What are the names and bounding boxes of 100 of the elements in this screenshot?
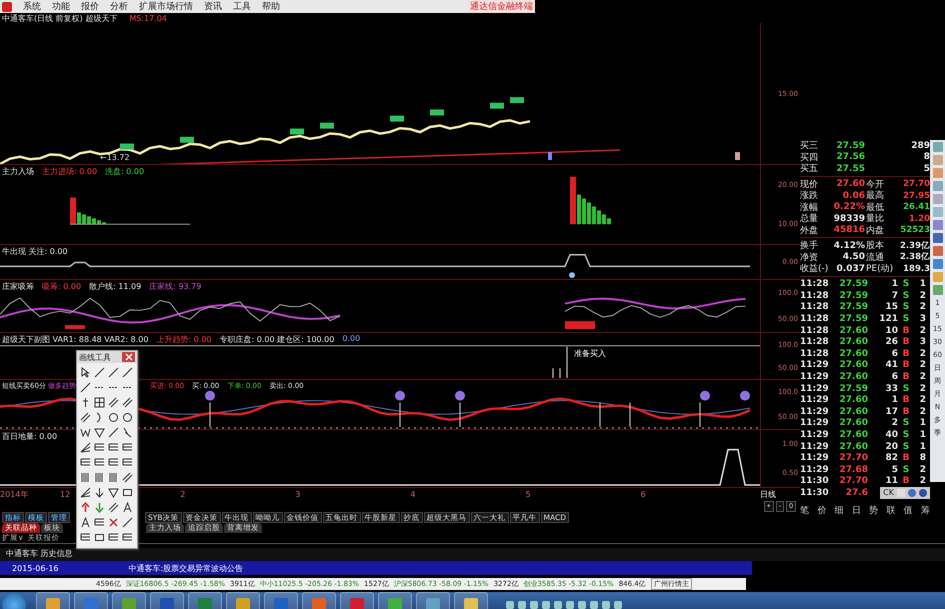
circle-tool-icon[interactable] <box>122 412 133 423</box>
box-tool-icon[interactable] <box>108 457 119 468</box>
x-tool-icon[interactable] <box>108 517 119 528</box>
line-tool-icon[interactable] <box>80 382 91 393</box>
w-tool-icon[interactable] <box>80 427 91 438</box>
tick-count: 8 <box>918 453 926 464</box>
line-tool-icon[interactable] <box>94 367 105 378</box>
menu-item[interactable]: 帮助 <box>262 0 280 13</box>
box-tool-icon[interactable] <box>122 532 133 543</box>
fan-tool-icon[interactable] <box>80 442 91 453</box>
indicator-label: 超级天下副图 VAR1: 88.48 VAR2: 8.00 <box>2 334 148 345</box>
news-date: 2015-06-16 <box>12 564 58 572</box>
tick-count: 3 <box>918 337 926 348</box>
box-tool-icon[interactable] <box>108 442 119 453</box>
menu-item[interactable]: 扩展市场行情 <box>139 0 193 13</box>
quote-tab[interactable]: 价 <box>817 504 826 517</box>
line-tool-icon[interactable] <box>108 367 119 378</box>
rect-tool-icon[interactable] <box>94 532 105 543</box>
diag-tool-icon[interactable] <box>108 397 119 408</box>
close-button[interactable] <box>122 352 135 362</box>
quote-label: 买四 <box>800 152 819 164</box>
tick-time: 11:29 <box>800 395 830 406</box>
menu-item[interactable]: 资讯 <box>204 0 222 13</box>
box-tool-icon[interactable] <box>94 517 105 528</box>
trade-side: S <box>902 290 910 301</box>
a-tool-icon[interactable] <box>80 517 91 528</box>
time-axis-label: 6 <box>640 490 646 499</box>
box-tool-icon[interactable] <box>94 442 105 453</box>
news-headline[interactable]: 中通客车:股票交易异常波动公告 <box>128 562 244 574</box>
menu-item[interactable]: 分析 <box>110 0 128 13</box>
tick-price: 27.59 <box>838 279 868 290</box>
tick-volume: 41 <box>884 360 898 370</box>
diag-tool-icon[interactable] <box>80 412 91 423</box>
line-tool-icon[interactable] <box>108 427 119 438</box>
tri-tool-icon[interactable] <box>108 487 119 498</box>
diag-tool-icon[interactable] <box>122 472 133 483</box>
box-tool-icon[interactable] <box>94 457 105 468</box>
vbars-tool-icon[interactable] <box>94 472 105 483</box>
quote-value: 189.3 <box>902 264 930 274</box>
quote-tab[interactable]: 笔 <box>800 504 809 517</box>
tick-price: 27.60 <box>838 418 868 428</box>
quote-label: 最高 <box>865 190 885 202</box>
quote-tab[interactable]: 势 <box>869 504 878 517</box>
indicator-label: 散户线: 11.09 <box>89 281 142 292</box>
box-tool-icon[interactable] <box>80 532 91 543</box>
tick-time: 11:29 <box>800 418 830 428</box>
news-header: 中通客车 历史信息 <box>0 548 945 561</box>
period-label: 日线 <box>760 490 776 499</box>
menu-item[interactable]: 功能 <box>52 0 70 13</box>
tick-volume: 6 <box>890 372 898 382</box>
trade-side: S <box>902 314 910 324</box>
tick-price: 27.59 <box>838 302 868 312</box>
quote-label: 内盘 <box>865 224 885 237</box>
indicator-label: 0.00 <box>342 334 360 345</box>
uparrow-tool-icon[interactable] <box>80 502 91 513</box>
quote-tab[interactable]: 筹 <box>920 504 930 517</box>
help-icon[interactable] <box>919 488 927 497</box>
quote-tab[interactable]: 值 <box>904 504 913 517</box>
down-tool-icon[interactable] <box>94 487 105 498</box>
tick-price: 27.60 <box>838 348 868 359</box>
time-axis-label: 3 <box>295 490 300 499</box>
line-tool-icon[interactable] <box>122 517 133 528</box>
tick-count: 2 <box>918 406 926 417</box>
box-tool-icon[interactable] <box>108 532 119 543</box>
box-tool-icon[interactable] <box>80 457 91 468</box>
vbars-tool-icon[interactable] <box>108 472 119 483</box>
grid-tool-icon[interactable] <box>94 397 105 408</box>
tick-time: 11:30 <box>800 476 830 486</box>
rect-tool-icon[interactable] <box>122 487 133 498</box>
tick-volume: 7 <box>890 290 898 301</box>
line-tool-icon[interactable] <box>122 367 133 378</box>
fan-tool-icon[interactable] <box>80 487 91 498</box>
box-tool-icon[interactable] <box>122 442 133 453</box>
marker-icon <box>548 152 552 160</box>
tri-tool-icon[interactable] <box>94 427 105 438</box>
quote-tab[interactable]: 细 <box>834 504 844 517</box>
quote-tab[interactable]: 联 <box>886 504 896 517</box>
diag-tool-icon[interactable] <box>108 502 119 513</box>
tick-price: 27.60 <box>838 406 868 417</box>
globe-icon[interactable] <box>908 488 916 497</box>
menu-item[interactable]: 系统 <box>23 0 41 13</box>
tick-volume: 82 <box>884 453 898 464</box>
zig-tool-icon[interactable] <box>122 427 133 438</box>
box-tool-icon[interactable] <box>122 457 133 468</box>
menu-item[interactable]: 报价 <box>81 0 99 13</box>
circle-tool-icon[interactable] <box>108 412 119 423</box>
tick-count: 2 <box>918 476 926 486</box>
menu-item[interactable]: 工具 <box>233 0 251 13</box>
quote-tab[interactable]: 日 <box>852 504 861 517</box>
vbars-tool-icon[interactable] <box>80 472 91 483</box>
a-tool-icon[interactable] <box>122 502 133 513</box>
signal-dot-icon <box>395 390 405 401</box>
quote-label: 涨跌 <box>800 190 819 202</box>
tick-count: 2 <box>918 395 926 406</box>
bar-tool-icon[interactable] <box>80 397 91 408</box>
time-axis-label: 12 <box>60 490 70 499</box>
quote-volume: 5 <box>922 164 930 174</box>
cursor-tool-icon[interactable] <box>80 367 91 378</box>
quote-label: 股本 <box>865 240 885 252</box>
diag-tool-icon[interactable] <box>122 397 133 408</box>
